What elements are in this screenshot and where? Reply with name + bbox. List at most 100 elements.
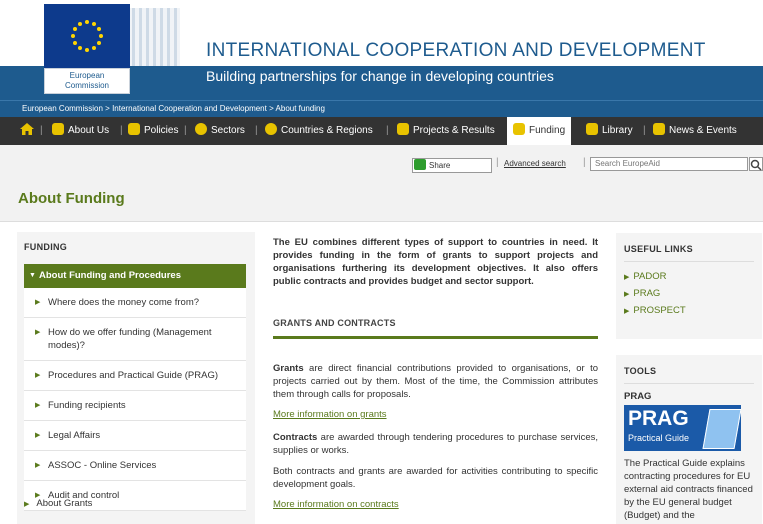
tools-heading: TOOLS [624,366,657,376]
chevron-right-icon: ▶ [624,291,630,298]
prag-banner-subtitle: Practical Guide [628,433,690,443]
chevron-right-icon: ▶ [35,402,41,409]
prag-guide-banner[interactable]: PRAG Practical Guide [624,405,741,451]
site-title[interactable]: INTERNATIONAL COOPERATION AND DEVELOPMEN… [206,40,706,62]
search-input[interactable] [590,157,748,171]
site-header: European Commission INTERNATIONAL COOPER… [0,0,763,100]
prag-description: The Practical Guide explains contracting… [624,458,753,521]
sidebar-item-management-modes[interactable]: ▶ How do we offer funding (Management mod… [24,318,246,361]
nav-label: Funding [529,125,566,136]
ec-logo[interactable]: European Commission [44,4,130,94]
sidebar-item-legal[interactable]: ▶ Legal Affairs [24,421,246,451]
share-icon [414,159,426,170]
nav-item-policies[interactable]: Policies [128,117,178,145]
chevron-right-icon: ▶ [35,462,41,469]
advanced-search-link[interactable]: Advanced search [504,159,566,168]
chevron-right-icon: ▶ [35,432,41,439]
gear-icon [195,123,207,135]
search-button[interactable] [749,157,763,171]
nav-label: Policies [144,125,179,136]
useful-link-pador[interactable]: ▶ PADOR [624,271,666,282]
section-divider [273,336,598,339]
nav-label: Projects & Results [413,125,495,136]
sidebar-item-recipients[interactable]: ▶ Funding recipients [24,391,246,421]
nav-label: News & Events [669,125,737,136]
sidebar-item-label: About Grants [36,498,93,509]
nav-item-funding[interactable]: Funding [507,117,572,145]
chevron-right-icon: ▶ [35,372,41,379]
nav-home[interactable] [20,117,34,145]
sidebar-item-label: Legal Affairs [48,430,101,441]
breadcrumb-separator: > [269,104,274,113]
useful-link-prospect[interactable]: ▶ PROSPECT [624,305,686,316]
both-paragraph: Both contracts and grants are awarded fo… [273,466,598,490]
breadcrumb-item-about-funding: About funding [275,104,325,113]
main-content: The EU combines different types of suppo… [273,236,598,510]
logo-line1: European [69,71,105,80]
page-title: About Funding [18,190,125,207]
chevron-right-icon: ▶ [35,299,41,306]
nav-item-sectors[interactable]: Sectors [195,117,245,145]
logo-line2: Commission [64,81,109,90]
nav-item-news[interactable]: News & Events [653,117,737,145]
left-sidebar: FUNDING ▼ About Funding and Procedures ▶… [17,232,255,524]
sidebar-item-label: Funding recipients [48,400,126,411]
share-button[interactable]: Share [412,158,492,173]
sidebar-item-about-funding-procedures[interactable]: ▼ About Funding and Procedures [24,264,246,288]
nav-item-projects[interactable]: Projects & Results [397,117,495,145]
chevron-right-icon: ▶ [35,329,41,336]
chart-icon [397,123,409,135]
funding-icon [513,123,525,135]
useful-links-heading: USEFUL LINKS [624,244,693,254]
contracts-more-link[interactable]: More information on contracts [273,499,399,510]
sidebar-heading: FUNDING [24,242,68,252]
library-icon [586,123,598,135]
useful-links-panel: USEFUL LINKS ▶ PADOR ▶ PRAG ▶ PROSPECT [616,233,762,339]
sidebar-sublist: ▶ Where does the money come from? ▶ How do… [24,288,246,511]
nav-item-countries[interactable]: Countries & Regions [265,117,373,145]
sidebar-item-label: ASSOC - Online Services [48,460,157,471]
nav-label: Countries & Regions [281,125,373,136]
nav-label: Sectors [211,125,245,136]
search-icon [750,159,762,171]
nav-item-library[interactable]: Library [586,117,633,145]
useful-link-prag[interactable]: ▶ PRAG [624,288,660,299]
contracts-term: Contracts [273,432,318,443]
contracts-paragraph: Contracts are awarded through tendering … [273,431,598,457]
nav-label: About Us [68,125,110,136]
sidebar-item-prag[interactable]: ▶ Procedures and Practical Guide (PRAG) [24,361,246,391]
tools-subheading: PRAG [624,391,652,402]
chevron-right-icon: ▶ [624,274,630,281]
eu-flag-icon [44,4,130,68]
breadcrumb-separator: > [105,104,110,113]
useful-link-label: PROSPECT [633,305,686,316]
sidebar-item-label: Procedures and Practical Guide (PRAG) [48,370,219,381]
breadcrumb-item-european-commission[interactable]: European Commission [22,104,103,113]
share-label: Share [429,161,451,170]
sidebar-item-about-grants[interactable]: ▶ About Grants [24,498,92,509]
main-nav: | About Us | Policies | Sectors | Countr… [0,117,763,145]
useful-link-label: PRAG [633,288,661,299]
grants-paragraph: Grants are direct financial contribution… [273,362,598,401]
ec-logo-text: European Commission [44,68,130,94]
sidebar-item-assoc[interactable]: ▶ ASSOC - Online Services [24,451,246,481]
breadcrumb: European Commission > International Coop… [0,100,763,117]
chevron-right-icon: ▶ [624,308,630,315]
globe-icon [265,123,277,135]
breadcrumb-item-cooperation[interactable]: International Cooperation and Developmen… [112,104,267,113]
contracts-text: are awarded through tendering procedures… [273,432,598,456]
nav-item-about-us[interactable]: About Us [52,117,109,145]
grants-more-link[interactable]: More information on grants [273,409,387,420]
chevron-right-icon: ▶ [24,501,30,508]
home-icon [20,123,34,135]
news-icon [653,123,665,135]
grants-term: Grants [273,363,304,374]
grants-text: are direct financial contributions provi… [273,363,598,400]
sidebar-item-money-source[interactable]: ▶ Where does the money come from? [24,288,246,318]
useful-link-label: PADOR [633,271,667,282]
tools-panel: TOOLS PRAG PRAG Practical Guide The Prac… [616,355,762,524]
prag-banner-title: PRAG [628,407,689,430]
intro-text: The EU combines different types of suppo… [273,237,598,287]
sidebar-item-label: How do we offer funding (Management mode… [48,327,212,351]
chevron-down-icon: ▼ [29,272,36,279]
